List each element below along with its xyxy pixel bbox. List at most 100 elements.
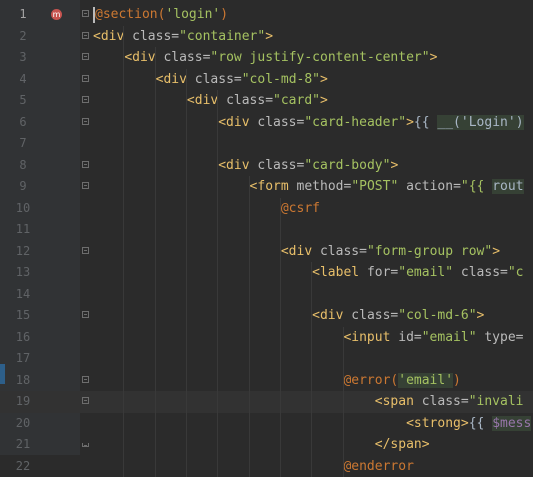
code-line[interactable]: 3 <div class="row justify-content-center…: [0, 47, 533, 69]
code-token: <input: [343, 330, 398, 345]
code-line[interactable]: 16 <input id="email" type=: [0, 327, 533, 349]
code-text[interactable]: <div class="col-md-6">: [93, 305, 484, 327]
code-token: >: [265, 29, 273, 44]
code-line[interactable]: 20 <strong>{{ $mess: [0, 413, 533, 435]
code-token: @enderror: [343, 459, 413, 474]
fold-toggle-icon[interactable]: [82, 397, 89, 404]
code-token: "email": [422, 330, 477, 345]
code-line[interactable]: 13 <label for="email" class="c: [0, 262, 533, 284]
code-text[interactable]: @enderror: [93, 456, 414, 477]
code-token: [93, 179, 250, 194]
fold-toggle-icon[interactable]: [82, 10, 89, 17]
code-text[interactable]: <div class="card-body">: [93, 155, 398, 177]
code-text[interactable]: <label for="email" class="c: [93, 262, 524, 284]
code-line[interactable]: 9 <form method="POST" action="{{ rout: [0, 176, 533, 198]
code-text[interactable]: <input id="email" type=: [93, 327, 524, 349]
line-number: 7: [5, 133, 41, 155]
fold-toggle-icon[interactable]: [82, 32, 89, 39]
code-line[interactable]: 6 <div class="card-header">{{ __('Login'…: [0, 112, 533, 134]
code-text[interactable]: <div class="card-header">{{ __('Login'): [93, 112, 524, 134]
code-text[interactable]: <span class="invali: [93, 391, 524, 413]
code-line[interactable]: 1m@section('login'): [0, 4, 533, 26]
code-token: <span: [375, 394, 422, 409]
fold-toggle-icon[interactable]: [82, 161, 89, 168]
code-token: {{: [414, 115, 437, 130]
fold-toggle-icon[interactable]: [82, 443, 89, 447]
code-token: ): [516, 115, 524, 130]
indent-guide: [311, 262, 312, 477]
code-token: "POST": [351, 179, 398, 194]
code-text[interactable]: @section('login'): [93, 4, 228, 26]
code-token: class=: [453, 265, 508, 280]
code-token: $mess: [492, 416, 531, 431]
code-editor[interactable]: 1m@section('login')2<div class="containe…: [0, 0, 533, 455]
code-token: >: [492, 244, 500, 259]
indent-guide: [343, 327, 344, 477]
method-marker-icon[interactable]: m: [51, 9, 62, 20]
line-number: 21: [5, 434, 41, 456]
code-text[interactable]: <div class="row justify-content-center">: [93, 47, 437, 69]
code-line[interactable]: 10 @csrf: [0, 198, 533, 220]
code-line[interactable]: 2<div class="container">: [0, 26, 533, 48]
code-token: "card-header": [304, 115, 406, 130]
line-number: 6: [5, 112, 41, 134]
code-line[interactable]: 11: [0, 219, 533, 241]
code-token: "container": [179, 29, 265, 44]
code-token: "col-md-8": [242, 72, 320, 87]
fold-toggle-icon[interactable]: [82, 376, 89, 383]
fold-toggle-icon[interactable]: [82, 53, 89, 60]
code-token: 'email': [398, 373, 453, 388]
code-text[interactable]: </span>: [93, 434, 430, 456]
code-token: class=: [132, 29, 179, 44]
fold-toggle-icon[interactable]: [82, 75, 89, 82]
code-token: class=: [226, 93, 273, 108]
code-token: class=: [422, 394, 469, 409]
fold-toggle-icon[interactable]: [82, 247, 89, 254]
code-text[interactable]: @csrf: [93, 198, 320, 220]
code-line[interactable]: 22 @enderror: [0, 456, 533, 477]
code-text[interactable]: @error('email'): [93, 370, 461, 392]
code-line[interactable]: 12 <div class="form-group row">: [0, 241, 533, 263]
code-token: "invali: [469, 394, 524, 409]
code-token: <div: [281, 244, 320, 259]
code-line[interactable]: 8 <div class="card-body">: [0, 155, 533, 177]
code-line[interactable]: 17: [0, 348, 533, 370]
code-text[interactable]: <div class="container">: [93, 26, 273, 48]
fold-toggle-icon[interactable]: [82, 182, 89, 189]
fold-toggle-icon[interactable]: [82, 96, 89, 103]
code-line[interactable]: 4 <div class="col-md-8">: [0, 69, 533, 91]
code-line[interactable]: 14: [0, 284, 533, 306]
code-token: >: [477, 308, 485, 323]
code-token: ): [453, 373, 461, 388]
indent-guide: [155, 47, 156, 477]
line-number: 16: [5, 327, 41, 349]
code-line[interactable]: 15 <div class="col-md-6">: [0, 305, 533, 327]
code-token: @error(: [343, 373, 398, 388]
fold-toggle-icon[interactable]: [82, 118, 89, 125]
code-text[interactable]: <form method="POST" action="{{ rout: [93, 176, 524, 198]
line-number: 19: [5, 391, 41, 413]
code-line[interactable]: 21 </span>: [0, 434, 533, 456]
code-token: [93, 93, 187, 108]
code-line[interactable]: 7: [0, 133, 533, 155]
code-line[interactable]: 18 @error('email'): [0, 370, 533, 392]
code-token: 'Login': [461, 115, 516, 130]
indent-guide: [217, 90, 218, 477]
fold-toggle-icon[interactable]: [82, 311, 89, 318]
code-token: for=: [367, 265, 398, 280]
code-token: method=: [297, 179, 352, 194]
code-token: id=: [398, 330, 421, 345]
code-line[interactable]: 19 <span class="invali: [0, 391, 533, 413]
code-text[interactable]: <div class="card">: [93, 90, 328, 112]
code-token: <div: [187, 93, 226, 108]
line-number: 11: [5, 219, 41, 241]
code-token: >: [320, 93, 328, 108]
code-token: {{: [469, 416, 492, 431]
code-token: @section(: [95, 7, 165, 22]
code-text[interactable]: <div class="col-md-8">: [93, 69, 328, 91]
code-token: class=: [257, 158, 304, 173]
code-line[interactable]: 5 <div class="card">: [0, 90, 533, 112]
code-token: "card": [273, 93, 320, 108]
line-number: 18: [5, 370, 41, 392]
code-token: class=: [351, 308, 398, 323]
